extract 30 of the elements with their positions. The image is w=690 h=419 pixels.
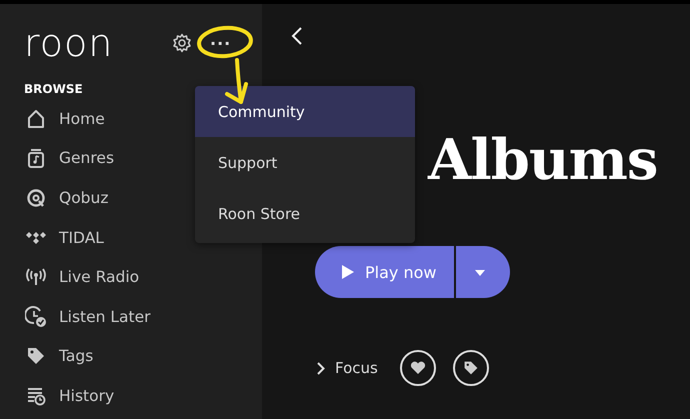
section-heading: BROWSE [24,82,84,96]
tag-icon [26,346,46,366]
play-button[interactable]: Play now [315,246,454,298]
play-icon [341,264,355,280]
heart-icon [410,361,426,375]
dropdown-button[interactable] [456,246,510,298]
menu-item[interactable]: Support [195,137,415,188]
home-icon [26,108,46,129]
list-clock-icon [26,386,46,406]
nav-item[interactable]: Live Radio [24,257,262,297]
settings-icon[interactable] [172,33,192,53]
music-box-icon [27,148,45,168]
clock-check-icon [25,306,47,328]
focus-toggle[interactable]: Focus [317,359,378,377]
favorite-button[interactable] [400,350,436,386]
nav-item[interactable]: Listen Later [24,296,262,337]
nav-item[interactable]: Tags [24,336,262,376]
antenna-icon [25,267,47,288]
diamonds-icon [25,230,47,246]
tag-icon [462,360,479,376]
tag-button[interactable] [452,350,489,386]
logo: roon [24,24,114,62]
chevron-icon [317,362,325,374]
menu-item[interactable]: Community [195,86,415,137]
page-title: Albums [428,132,658,188]
back-icon [291,26,303,46]
disc-icon [26,188,46,208]
caret-icon [474,268,486,276]
nav-item[interactable]: History [24,376,262,416]
menu-item[interactable]: Roon Store [195,188,415,239]
